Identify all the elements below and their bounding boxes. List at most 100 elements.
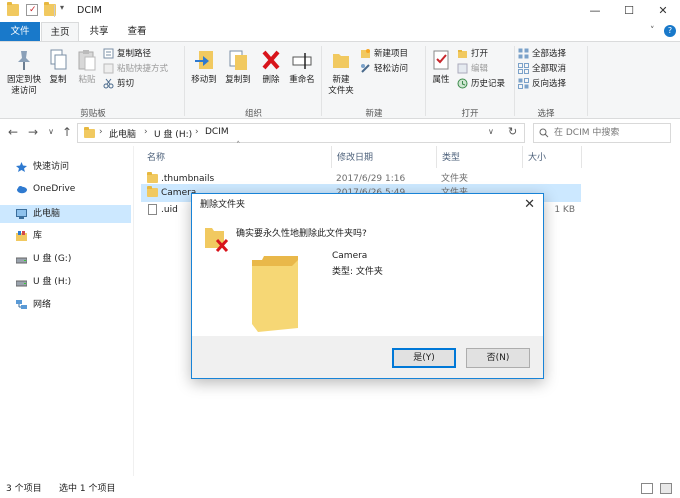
ribbon-expand-icon[interactable]: ˅ — [650, 26, 655, 36]
refresh-button[interactable]: ↻ — [508, 125, 517, 138]
pin-quick-access-button[interactable]: 固定到快 速访问 — [4, 46, 44, 97]
nav-network[interactable]: 网络 — [0, 296, 131, 314]
select-all-button[interactable]: 全部选择 — [518, 46, 584, 61]
navigation-pane: 快速访问 OneDrive 此电脑 库 U 盘 (G:) U 盘 (H:) 网络 — [0, 146, 133, 476]
open-button[interactable]: 打开 — [457, 46, 513, 61]
properties-quick-icon[interactable]: ✓ — [26, 4, 38, 16]
edit-icon — [457, 63, 468, 74]
details-view-icon[interactable] — [641, 483, 653, 494]
recent-locations-dropdown[interactable]: ∨ — [44, 125, 58, 139]
rename-icon — [291, 48, 313, 72]
copy-to-button[interactable]: 复制到 — [221, 46, 255, 86]
maximize-button[interactable]: ☐ — [612, 0, 646, 22]
minimize-button[interactable]: — — [578, 0, 612, 22]
history-button[interactable]: 历史记录 — [457, 76, 513, 91]
usb-drive-icon — [16, 257, 27, 264]
folder-icon — [147, 172, 158, 183]
column-size[interactable]: 大小 — [528, 150, 546, 166]
address-bar[interactable]: › 此电脑 › U 盘 (H:) › DCIM ∨ ↻ — [77, 123, 525, 143]
ribbon: 固定到快 速访问 复制 粘贴 复制路径 粘贴快捷方式 剪切 剪贴板 移动到 复制… — [0, 41, 680, 119]
paste-shortcut-icon — [103, 63, 114, 74]
copy-to-icon — [227, 48, 249, 72]
dialog-message: 确实要永久性地删除此文件夹吗? — [236, 229, 367, 239]
new-item-icon — [360, 48, 371, 59]
easy-access-button[interactable]: 轻松访问 — [360, 61, 422, 76]
properties-button[interactable]: 属性 — [428, 46, 454, 86]
pin-icon — [13, 48, 35, 72]
sort-indicator-icon: ˄ — [236, 141, 241, 151]
star-icon — [16, 162, 27, 172]
move-to-button[interactable]: 移动到 — [187, 46, 221, 86]
help-icon[interactable]: ? — [664, 25, 676, 37]
paste-shortcut-button[interactable]: 粘贴快捷方式 — [103, 61, 183, 76]
usb-drive-icon — [16, 280, 27, 287]
folder-icon — [7, 2, 19, 16]
breadcrumb-this-pc[interactable]: 此电脑 — [109, 127, 136, 140]
easy-access-icon — [360, 63, 371, 74]
select-all-icon — [518, 48, 529, 59]
address-bar-row: ← → ∨ ↑ › 此电脑 › U 盘 (H:) › DCIM ∨ ↻ 在 DC… — [0, 121, 680, 145]
breadcrumb-dcim[interactable]: DCIM — [205, 127, 229, 137]
search-input[interactable]: 在 DCIM 中搜索 — [533, 123, 671, 143]
search-icon — [539, 128, 549, 138]
select-none-icon — [518, 63, 529, 74]
folder-icon — [84, 127, 95, 138]
nav-this-pc[interactable]: 此电脑 — [0, 205, 131, 223]
computer-icon — [16, 209, 27, 219]
select-none-button[interactable]: 全部取消 — [518, 61, 584, 76]
copy-button[interactable]: 复制 — [44, 46, 72, 86]
move-to-icon — [193, 48, 215, 72]
column-type[interactable]: 类型 — [442, 150, 460, 166]
large-icons-view-icon[interactable] — [660, 483, 672, 494]
breadcrumb-drive-h[interactable]: U 盘 (H:) — [154, 127, 192, 140]
invert-selection-button[interactable]: 反向选择 — [518, 76, 584, 91]
yes-button[interactable]: 是(Y) — [392, 348, 456, 368]
open-icon — [457, 48, 468, 59]
delete-folder-dialog: 删除文件夹 ✕ 确实要永久性地删除此文件夹吗? Camera 类型: 文件夹 是… — [191, 193, 544, 379]
dialog-item-type: 类型: 文件夹 — [332, 267, 383, 277]
tab-share[interactable]: 共享 — [80, 22, 118, 42]
nav-quick-access[interactable]: 快速访问 — [0, 158, 131, 176]
dialog-item-name: Camera — [332, 251, 368, 261]
up-button[interactable]: ↑ — [60, 125, 74, 139]
invert-selection-icon — [518, 78, 529, 89]
status-bar: 3 个项目 选中 1 个项目 — [0, 480, 680, 498]
new-group-label: 新建 — [365, 109, 383, 119]
delete-button[interactable]: 删除 — [257, 46, 285, 86]
delete-x-icon — [260, 48, 282, 72]
tab-view[interactable]: 查看 — [118, 22, 156, 42]
cloud-icon — [17, 186, 27, 194]
new-folder-icon — [330, 48, 352, 72]
new-item-button[interactable]: 新建项目 — [360, 46, 422, 61]
history-icon — [457, 78, 468, 89]
scissors-icon — [103, 78, 114, 89]
network-icon — [16, 300, 27, 309]
address-dropdown-icon[interactable]: ∨ — [488, 127, 494, 136]
window-title: DCIM — [77, 5, 102, 16]
edit-button[interactable]: 编辑 — [457, 61, 513, 76]
clipboard-group-label: 剪贴板 — [80, 109, 106, 119]
nav-onedrive[interactable]: OneDrive — [0, 180, 131, 198]
close-button[interactable]: ✕ — [646, 0, 680, 22]
cut-button[interactable]: 剪切 — [103, 76, 183, 91]
no-button[interactable]: 否(N) — [466, 348, 530, 368]
nav-usb-h[interactable]: U 盘 (H:) — [0, 273, 131, 291]
column-date[interactable]: 修改日期 — [337, 150, 373, 166]
quick-access-dropdown-icon[interactable]: ▾ — [60, 3, 64, 12]
file-icon — [148, 204, 157, 215]
forward-button[interactable]: → — [26, 125, 40, 139]
nav-usb-g[interactable]: U 盘 (G:) — [0, 250, 131, 268]
paste-icon — [76, 48, 98, 72]
rename-button[interactable]: 重命名 — [286, 46, 318, 86]
column-name[interactable]: 名称 — [147, 150, 165, 166]
organize-group-label: 组织 — [244, 109, 262, 119]
tab-home[interactable]: 主页 — [41, 22, 79, 42]
new-folder-button[interactable]: 新建 文件夹 — [325, 46, 357, 97]
tab-file[interactable]: 文件 — [0, 22, 40, 42]
nav-libraries[interactable]: 库 — [0, 227, 131, 245]
back-button[interactable]: ← — [6, 125, 20, 139]
properties-icon — [430, 48, 452, 72]
copy-path-button[interactable]: 复制路径 — [103, 46, 183, 61]
paste-button[interactable]: 粘贴 — [73, 46, 101, 86]
dialog-close-button[interactable]: ✕ — [524, 194, 535, 216]
